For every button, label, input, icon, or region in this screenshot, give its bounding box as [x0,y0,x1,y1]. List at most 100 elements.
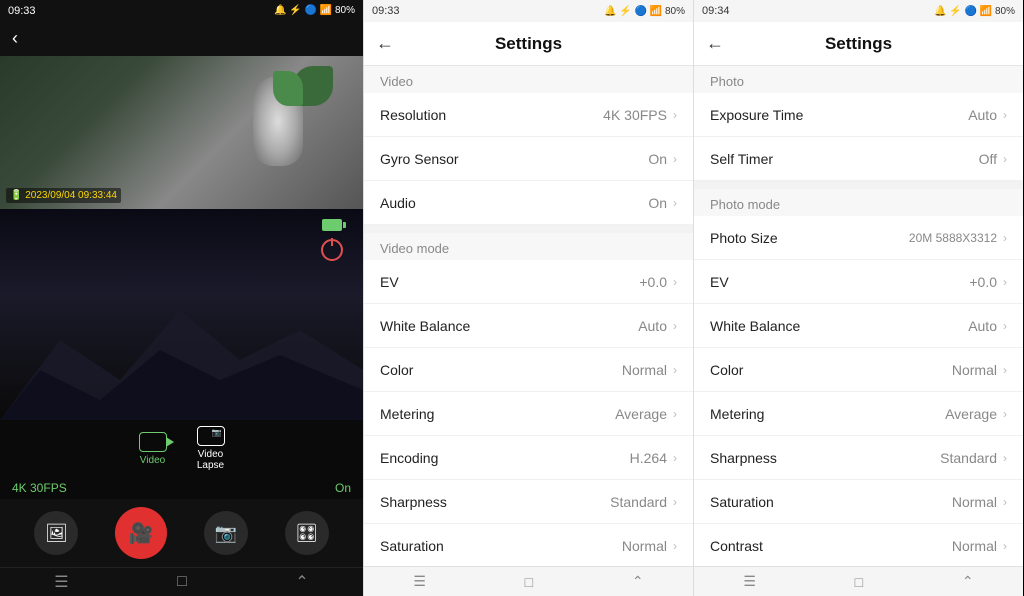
section-photo-label: Photo [694,66,1023,93]
row-exposure-label: Exposure Time [710,107,803,123]
row-color-value: Normal › [622,362,677,378]
row-encoding-label: Encoding [380,450,438,466]
plant-decoration [273,66,333,116]
settings-header-photo: ← Settings [694,22,1023,66]
row-ev[interactable]: EV +0.0 › [364,260,693,304]
settings-body-video: Video Resolution 4K 30FPS › Gyro Sensor … [364,66,693,566]
status-bar-settings1: 09:33 🔔 ⚡ 🔵 📶 80% [364,0,693,22]
nav-home-s2[interactable]: □ [855,574,863,590]
row-saturation[interactable]: Saturation Normal › [364,524,693,566]
row-wb-photo-value: Auto › [968,318,1007,334]
divider2 [694,181,1023,189]
row-audio-label: Audio [380,195,416,211]
row-encoding[interactable]: Encoding H.264 › [364,436,693,480]
row-timer-value: Off › [979,151,1007,167]
camera-view-mid [0,209,363,420]
power-button[interactable] [321,239,343,261]
nav-menu-s1[interactable]: ☰ [413,573,426,590]
nav-bar-settings1: ☰ □ ⌃ [364,566,693,596]
row-sharpness-photo[interactable]: Sharpness Standard › [694,436,1023,480]
status-icons-settings2: 🔔 ⚡ 🔵 📶 80% [934,6,1015,17]
status-bar-camera: 09:33 🔔 ⚡ 🔵 📶 80% [0,0,363,21]
row-resolution[interactable]: Resolution 4K 30FPS › [364,93,693,137]
mode-video[interactable]: Video [139,432,167,466]
timestamp-overlay: 🔋 2023/09/04 09:33:44 [6,188,121,203]
settings-title-video: Settings [406,34,651,54]
settings-body-photo: Photo Exposure Time Auto › Self Timer Of… [694,66,1023,566]
row-sharpness-label: Sharpness [380,494,447,510]
row-wb-value: Auto › [638,318,677,334]
section-video-mode-label: Video mode [364,233,693,260]
status-bar-settings2: 09:34 🔔 ⚡ 🔵 📶 80% [694,0,1023,22]
row-saturation-photo[interactable]: Saturation Normal › [694,480,1023,524]
row-ev-value: +0.0 › [639,274,677,290]
back-button-settings1[interactable]: ← [376,33,394,54]
section-photo-mode-label: Photo mode [694,189,1023,216]
camera-header: ‹ [0,21,363,56]
row-photo-size-label: Photo Size [710,230,778,246]
mode-video-lapse[interactable]: 📷 VideoLapse [197,426,225,471]
row-photo-size[interactable]: Photo Size 20M 5888X3312 › [694,216,1023,260]
battery-status [322,219,342,231]
row-color-photo[interactable]: Color Normal › [694,348,1023,392]
row-wb-photo[interactable]: White Balance Auto › [694,304,1023,348]
nav-menu-s2[interactable]: ☰ [743,573,756,590]
nav-back-s1[interactable]: ⌃ [632,573,644,590]
wifi-status-display: On [335,481,351,495]
nav-bar-camera: ☰ □ ⌃ [0,567,363,596]
mode-video-lapse-label: VideoLapse [197,449,224,471]
row-sharpness[interactable]: Sharpness Standard › [364,480,693,524]
row-timer-label: Self Timer [710,151,773,167]
time-settings1: 09:33 [372,5,400,17]
row-ev-photo[interactable]: EV +0.0 › [694,260,1023,304]
nav-back[interactable]: ⌃ [295,572,308,592]
gallery-button[interactable]: 🖼 [34,511,78,555]
mountain-silhouette [0,280,363,420]
divider1 [364,225,693,233]
row-contrast-photo-label: Contrast [710,538,763,554]
row-color-photo-value: Normal › [952,362,1007,378]
row-resolution-label: Resolution [380,107,446,123]
time-settings2: 09:34 [702,5,730,17]
row-contrast-photo-value: Normal › [952,538,1007,554]
settings-panel-photo: 09:34 🔔 ⚡ 🔵 📶 80% ← Settings Photo Expos… [693,0,1023,596]
record-button[interactable]: 🎥 [115,507,167,559]
status-icons-settings1: 🔔 ⚡ 🔵 📶 80% [604,6,685,17]
resolution-display: 4K 30FPS [12,481,67,495]
mode-selector: Video 📷 VideoLapse [0,420,363,477]
row-audio[interactable]: Audio On › [364,181,693,225]
back-button-camera[interactable]: ‹ [12,28,18,49]
nav-menu[interactable]: ☰ [54,572,68,592]
row-wb-label: White Balance [380,318,470,334]
row-color-photo-label: Color [710,362,743,378]
nav-bar-settings2: ☰ □ ⌃ [694,566,1023,596]
photo-button[interactable]: 📷 [204,511,248,555]
row-gyro-value: On › [648,151,677,167]
row-saturation-label: Saturation [380,538,444,554]
nav-back-s2[interactable]: ⌃ [962,573,974,590]
row-white-balance[interactable]: White Balance Auto › [364,304,693,348]
nav-home-s1[interactable]: □ [525,574,533,590]
row-sharpness-value: Standard › [610,494,677,510]
row-saturation-photo-value: Normal › [952,494,1007,510]
row-gyro-label: Gyro Sensor [380,151,459,167]
row-encoding-value: H.264 › [630,450,677,466]
row-gyro[interactable]: Gyro Sensor On › [364,137,693,181]
row-contrast-photo[interactable]: Contrast Normal › [694,524,1023,566]
row-photo-size-value: 20M 5888X3312 › [909,231,1007,245]
row-ev-label: EV [380,274,399,290]
status-icons-camera: 🔔 ⚡ 🔵 📶 80% [274,5,355,16]
row-sharpness-photo-value: Standard › [940,450,1007,466]
row-exposure[interactable]: Exposure Time Auto › [694,93,1023,137]
row-metering-photo[interactable]: Metering Average › [694,392,1023,436]
camera-view-top: 🔋 2023/09/04 09:33:44 [0,56,363,209]
settings-camera-button[interactable]: 🎛 [285,511,329,555]
bottom-actions: 🖼 🎥 📷 🎛 [0,499,363,567]
row-self-timer[interactable]: Self Timer Off › [694,137,1023,181]
row-color[interactable]: Color Normal › [364,348,693,392]
nav-home[interactable]: □ [177,573,187,591]
row-metering[interactable]: Metering Average › [364,392,693,436]
row-metering-value: Average › [615,406,677,422]
section-video-label: Video [364,66,693,93]
back-button-settings2[interactable]: ← [706,33,724,54]
